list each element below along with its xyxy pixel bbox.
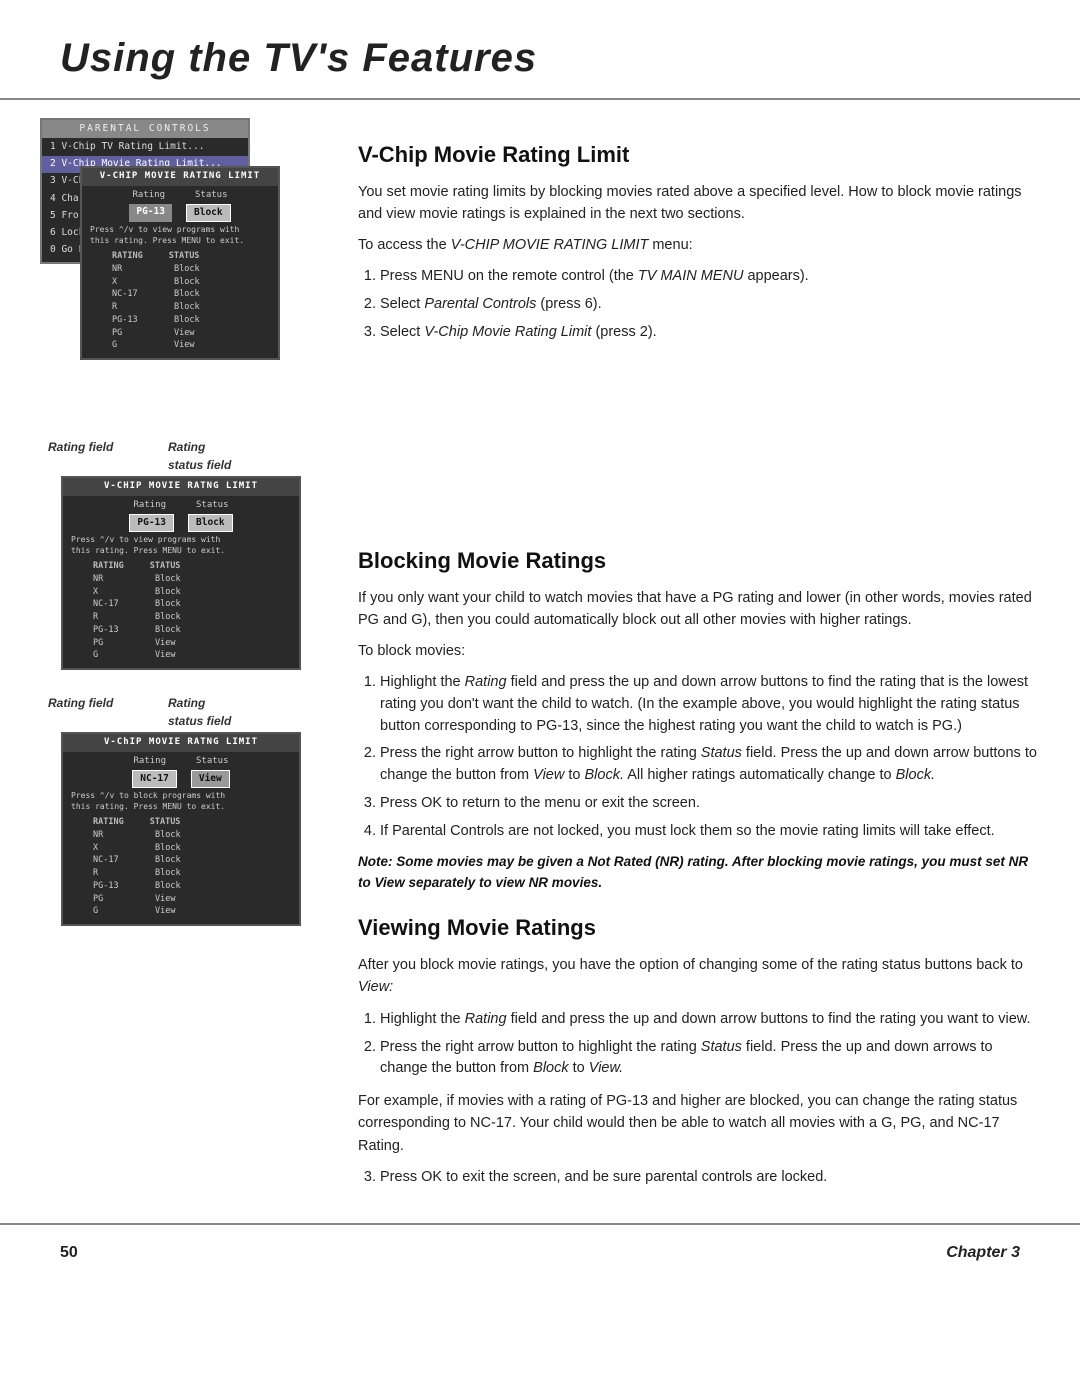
- page-title: Using the TV's Features: [60, 28, 1020, 88]
- viewing-step-3: Press OK to exit the screen, and be sure…: [380, 1167, 1040, 1189]
- parental-controls-title: PARENTAL CONTROLS: [42, 120, 248, 138]
- parental-controls-ref: Parental Controls: [424, 296, 536, 312]
- vchip-info-1: Press ^/v to view programs withthis rati…: [82, 223, 278, 248]
- vchip-table-2: RATINGSTATUS NRBlock XBlock NC-17Block R…: [63, 558, 299, 664]
- blocking-intro-text: If you only want your child to watch mov…: [358, 587, 1040, 632]
- vchip-fields-2: Rating Status: [63, 496, 299, 514]
- right-column: V-Chip Movie Rating Limit You set movie …: [340, 118, 1040, 1199]
- rating-value-1: PG-13: [129, 204, 172, 222]
- page-header: Using the TV's Features: [0, 0, 1080, 100]
- viewing-step-2: Press the right arrow button to highligh…: [380, 1037, 1040, 1081]
- left-column: PARENTAL CONTROLS 1 V-Chip TV Rating Lim…: [40, 118, 340, 1199]
- page-number: 50: [60, 1241, 78, 1265]
- tv-main-menu-ref: TV MAIN MENU: [638, 268, 744, 284]
- block-ref-1: Block.: [584, 767, 624, 783]
- status-field-ref-2: Status: [701, 1039, 742, 1055]
- vchip-screen-overlay-1: V-CHIP MOVIE RATING LIMIT Rating Status …: [80, 166, 280, 376]
- vchip-fields-1: Rating Status: [82, 186, 278, 204]
- rating-value-3: NC-17: [132, 770, 177, 788]
- vchip-values-3: NC-17 View: [63, 769, 299, 789]
- rating-label-1: Rating: [132, 189, 165, 203]
- rating-value-2: PG-13: [129, 514, 174, 532]
- blocking-step-2: Press the right arrow button to highligh…: [380, 743, 1040, 787]
- status-label-1: Status: [195, 189, 228, 203]
- viewing-steps-list: Highlight the Rating field and press the…: [380, 1009, 1040, 1080]
- vchip-table-1: RATINGSTATUS NRBlock XBlock NC-17Block R…: [82, 248, 278, 354]
- vchip-section-title: V-Chip Movie Rating Limit: [358, 138, 1040, 171]
- vchip-title-1: V-CHIP MOVIE RATING LIMIT: [82, 168, 278, 186]
- rating-field-label-2: Rating field: [48, 438, 138, 474]
- screen-group-2: Rating field Ratingstatus field V-CH​IP …: [40, 438, 322, 670]
- rating-label-3: Ra​ting: [133, 755, 166, 769]
- chapter-label: Chapter 3: [946, 1241, 1020, 1265]
- vchip-info-2: Press ^/v to view programs withthis rati…: [63, 533, 299, 558]
- blocking-step-3: Press OK to return to the menu or exit t…: [380, 793, 1040, 815]
- blocking-section-title: Blocking Movie Ratings: [358, 544, 1040, 577]
- vchip-info-3: Press ^/v to block programs withthis rat…: [63, 789, 299, 814]
- vchip-step-2: Select Parental Controls (press 6).: [380, 294, 1040, 316]
- blocking-section: Blocking Movie Ratings If you only want …: [358, 544, 1040, 893]
- blocking-step-1: Highlight the Rating field and press the…: [380, 672, 1040, 737]
- field-labels-2: Rating field Ratingstatus field: [40, 438, 322, 474]
- viewing-step-1: Highlight the Rating field and press the…: [380, 1009, 1040, 1031]
- view-ref-1: View: [533, 767, 564, 783]
- status-label-2: Status: [196, 499, 229, 513]
- blocking-step-4: If Parental Controls are not locked, you…: [380, 821, 1040, 843]
- vchip-steps-list: Press MENU on the remote control (the TV…: [380, 266, 1040, 343]
- vchip-step-3: Select V-Chip Movie Rating Limit (press …: [380, 322, 1040, 344]
- vchip-title-2: V-CH​IP MOVIE RAT​NG LIMIT: [63, 478, 299, 496]
- note-text: Note: Some movies may be given a Not Rat…: [358, 852, 1040, 893]
- vchip-access-text: To access the V-CHIP MOVIE RATING LIMIT …: [358, 234, 1040, 256]
- viewing-section-title: Viewing Movie Ratings: [358, 911, 1040, 944]
- pm-item-1: 1 V-Chip TV Rating Limit...: [42, 138, 248, 155]
- viewing-outro-para: For example, if movies with a rating of …: [358, 1090, 1040, 1157]
- status-field-label-2: Ratingstatus field: [168, 438, 231, 474]
- vchip-table-3: RATINGSTATUS NRBlock XBlock NC-17Block R…: [63, 814, 299, 920]
- status-field-label-3: Ratingstatus field: [168, 694, 231, 730]
- status-field-ref-1: Status: [701, 745, 742, 761]
- vchip-values-2: PG-13 Block: [63, 513, 299, 533]
- blocking-sub-text: To block movies:: [358, 640, 1040, 662]
- rating-field-ref-2: Rating: [465, 1011, 507, 1027]
- screen-group-1: PARENTAL CONTROLS 1 V-Chip TV Rating Lim…: [40, 118, 305, 428]
- status-label-3: Stat​us: [196, 755, 229, 769]
- vchip-intro-text: You set movie rating limits by blocking …: [358, 181, 1040, 226]
- viewing-intro: After you block movie ratings, you have …: [358, 954, 1040, 999]
- viewing-step3-list: Press OK to exit the screen, and be sure…: [380, 1167, 1040, 1189]
- vchip-screen-3: V-Ch​IP MOVIE RAT​NG LIMIT Ra​ting Stat​…: [61, 732, 301, 926]
- viewing-section: Viewing Movie Ratings After you block mo…: [358, 911, 1040, 1189]
- vchip-title-3: V-Ch​IP MOVIE RAT​NG LIMIT: [63, 734, 299, 752]
- page-footer: 50 Chapter 3: [0, 1223, 1080, 1281]
- view-ref-3: View.: [589, 1060, 623, 1076]
- screen-group-3: Rating field Ratingstatus field V-Ch​IP …: [40, 694, 322, 926]
- rating-field-label-3: Rating field: [48, 694, 138, 730]
- vchip-step-1: Press MENU on the remote control (the TV…: [380, 266, 1040, 288]
- rating-label-2: Rating: [133, 499, 166, 513]
- status-value-1: Block: [186, 204, 231, 222]
- block-ref-2: Block.: [896, 767, 936, 783]
- status-value-2: Block: [188, 514, 233, 532]
- field-labels-3: Rating field Ratingstatus field: [40, 694, 322, 730]
- viewing-intro-text: After you block movie ratings, you have …: [358, 954, 1040, 999]
- viewing-outro-text: For example, if movies with a rating of …: [358, 1090, 1040, 1157]
- vchip-menu-name: V-CHIP MOVIE RATING LIMIT: [451, 237, 649, 253]
- blocking-steps-list: Highlight the Rating field and press the…: [380, 672, 1040, 842]
- note-label: Note:: [358, 854, 393, 869]
- vchip-values-1: PG-13 Block: [82, 203, 278, 223]
- vchip-fields-3: Ra​ting Stat​us: [63, 752, 299, 770]
- main-content: PARENTAL CONTROLS 1 V-Chip TV Rating Lim…: [0, 118, 1080, 1199]
- vchip-intro: You set movie rating limits by blocking …: [358, 181, 1040, 256]
- status-value-3: View: [191, 770, 230, 788]
- rating-field-ref-1: Rating: [465, 674, 507, 690]
- view-ref-2: View:: [358, 979, 393, 995]
- vchip-screen-2: V-CH​IP MOVIE RAT​NG LIMIT Rating Status…: [61, 476, 301, 670]
- vchip-section: V-Chip Movie Rating Limit You set movie …: [358, 138, 1040, 344]
- block-ref-3: Block: [533, 1060, 568, 1076]
- blocking-intro: If you only want your child to watch mov…: [358, 587, 1040, 662]
- vchip-movie-ref: V-Chip Movie Rating Limit: [424, 324, 591, 340]
- note-content: Some movies may be given a Not Rated (NR…: [358, 854, 1028, 889]
